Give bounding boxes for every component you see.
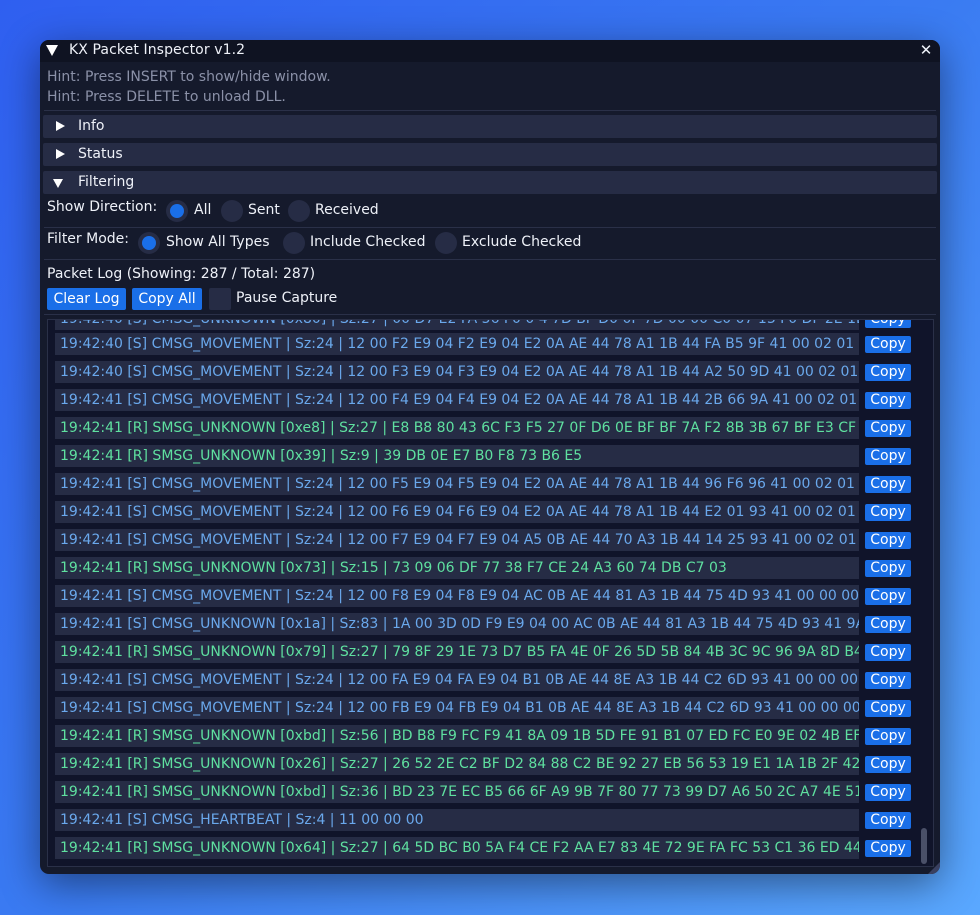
log-row: 19:42:41 [R] SMSG_UNKNOWN [0x79] | Sz:27… — [55, 641, 859, 663]
hint-insert: Hint: Press INSERT to show/hide window. — [47, 69, 331, 85]
radio-mode-show-all[interactable] — [138, 232, 160, 254]
radio-mode-include[interactable] — [283, 232, 305, 254]
pause-capture-label[interactable]: Pause Capture — [236, 290, 337, 306]
copy-button[interactable]: Copy — [865, 532, 911, 549]
radio-mode-exclude[interactable] — [435, 232, 457, 254]
divider — [44, 259, 936, 260]
divider — [44, 314, 936, 315]
collapse-arrow-icon — [53, 179, 63, 188]
copy-button[interactable]: Copy — [865, 644, 911, 661]
direction-label: Show Direction: — [47, 199, 158, 215]
collapse-window-icon[interactable] — [46, 45, 58, 56]
log-row: 19:42:41 [S] CMSG_HEARTBEAT | Sz:4 | 11 … — [55, 809, 859, 831]
log-row: 19:42:41 [R] SMSG_UNKNOWN [0xbd] | Sz:56… — [55, 725, 859, 747]
copy-all-button[interactable]: Copy All — [132, 288, 202, 310]
section-header-filtering[interactable]: Filtering — [43, 171, 937, 194]
radio-direction-all[interactable] — [166, 200, 188, 222]
copy-button[interactable]: Copy — [865, 728, 911, 745]
log-row: 19:42:41 [S] CMSG_MOVEMENT | Sz:24 | 12 … — [55, 473, 859, 495]
section-label: Status — [78, 146, 123, 162]
divider — [44, 110, 936, 111]
log-row: 19:42:41 [R] SMSG_UNKNOWN [0x73] | Sz:15… — [55, 557, 859, 579]
pause-capture-checkbox[interactable] — [209, 288, 231, 310]
section-header-status[interactable]: Status — [43, 143, 937, 166]
section-label: Filtering — [78, 174, 135, 190]
clear-log-button[interactable]: Clear Log — [47, 288, 126, 310]
log-row: 19:42:41 [S] CMSG_MOVEMENT | Sz:24 | 12 … — [55, 501, 859, 523]
radio-direction-received-label[interactable]: Received — [315, 202, 379, 218]
log-row: 19:42:41 [R] SMSG_UNKNOWN [0x26] | Sz:27… — [55, 753, 859, 775]
copy-button[interactable]: Copy — [865, 812, 911, 829]
radio-direction-received[interactable] — [288, 200, 310, 222]
radio-direction-all-label[interactable]: All — [194, 202, 211, 218]
log-row: 19:42:40 [S] CMSG_MOVEMENT | Sz:24 | 12 … — [55, 333, 859, 355]
close-icon[interactable]: ✕ — [918, 42, 934, 58]
log-row: 19:42:41 [R] SMSG_UNKNOWN [0xbd] | Sz:36… — [55, 781, 859, 803]
filter-mode-label: Filter Mode: — [47, 231, 129, 247]
packet-log-header: Packet Log (Showing: 287 / Total: 287) — [47, 266, 316, 282]
log-row: 19:42:40 [S] CMSG_MOVEMENT | Sz:24 | 12 … — [55, 361, 859, 383]
copy-button[interactable]: Copy — [865, 588, 911, 605]
divider — [44, 227, 936, 228]
log-row: 19:42:41 [S] CMSG_MOVEMENT | Sz:24 | 12 … — [55, 669, 859, 691]
radio-direction-sent[interactable] — [221, 200, 243, 222]
title-bar[interactable]: KX Packet Inspector v1.2 ✕ — [40, 40, 940, 62]
log-row: 19:42:41 [S] CMSG_MOVEMENT | Sz:24 | 12 … — [55, 389, 859, 411]
copy-button[interactable]: Copy — [865, 840, 911, 857]
section-header-info[interactable]: Info — [43, 115, 937, 138]
copy-button[interactable]: Copy — [865, 420, 911, 437]
log-row: 19:42:41 [R] SMSG_UNKNOWN [0xe8] | Sz:27… — [55, 417, 859, 439]
expand-arrow-icon — [56, 149, 65, 159]
radio-mode-exclude-label[interactable]: Exclude Checked — [462, 234, 581, 250]
expand-arrow-icon — [56, 121, 65, 131]
packet-log-list[interactable]: 19:42:40 [S] CMSG_UNKNOWN [0x80] | Sz:27… — [47, 319, 934, 867]
copy-button[interactable]: Copy — [865, 476, 911, 493]
copy-button[interactable]: Copy — [865, 616, 911, 633]
copy-button[interactable]: Copy — [865, 320, 911, 328]
copy-button[interactable]: Copy — [865, 504, 911, 521]
copy-button[interactable]: Copy — [865, 364, 911, 381]
packet-inspector-window: KX Packet Inspector v1.2 ✕ Hint: Press I… — [40, 40, 940, 874]
radio-mode-include-label[interactable]: Include Checked — [310, 234, 425, 250]
copy-button[interactable]: Copy — [865, 392, 911, 409]
copy-button[interactable]: Copy — [865, 784, 911, 801]
copy-button[interactable]: Copy — [865, 560, 911, 577]
copy-button[interactable]: Copy — [865, 448, 911, 465]
scrollbar-thumb[interactable] — [921, 828, 927, 864]
radio-mode-show-all-label[interactable]: Show All Types — [166, 234, 269, 250]
radio-direction-sent-label[interactable]: Sent — [248, 202, 280, 218]
log-row: 19:42:41 [S] CMSG_MOVEMENT | Sz:24 | 12 … — [55, 585, 859, 607]
log-scrollbar[interactable] — [918, 320, 930, 866]
copy-button[interactable]: Copy — [865, 756, 911, 773]
copy-button[interactable]: Copy — [865, 672, 911, 689]
log-row: 19:42:41 [R] SMSG_UNKNOWN [0x64] | Sz:27… — [55, 837, 859, 859]
hint-delete: Hint: Press DELETE to unload DLL. — [47, 89, 286, 105]
log-row: 19:42:41 [S] CMSG_UNKNOWN [0x1a] | Sz:83… — [55, 613, 859, 635]
resize-grip-icon[interactable] — [928, 862, 940, 874]
copy-button[interactable]: Copy — [865, 700, 911, 717]
log-row-partial: 19:42:40 [S] CMSG_UNKNOWN [0x80] | Sz:27… — [55, 320, 859, 330]
log-row: 19:42:41 [S] CMSG_MOVEMENT | Sz:24 | 12 … — [55, 697, 859, 719]
log-row: 19:42:41 [R] SMSG_UNKNOWN [0x39] | Sz:9 … — [55, 445, 859, 467]
copy-button[interactable]: Copy — [865, 336, 911, 353]
window-title: KX Packet Inspector v1.2 — [69, 42, 246, 58]
log-row: 19:42:41 [S] CMSG_MOVEMENT | Sz:24 | 12 … — [55, 529, 859, 551]
section-label: Info — [78, 118, 105, 134]
